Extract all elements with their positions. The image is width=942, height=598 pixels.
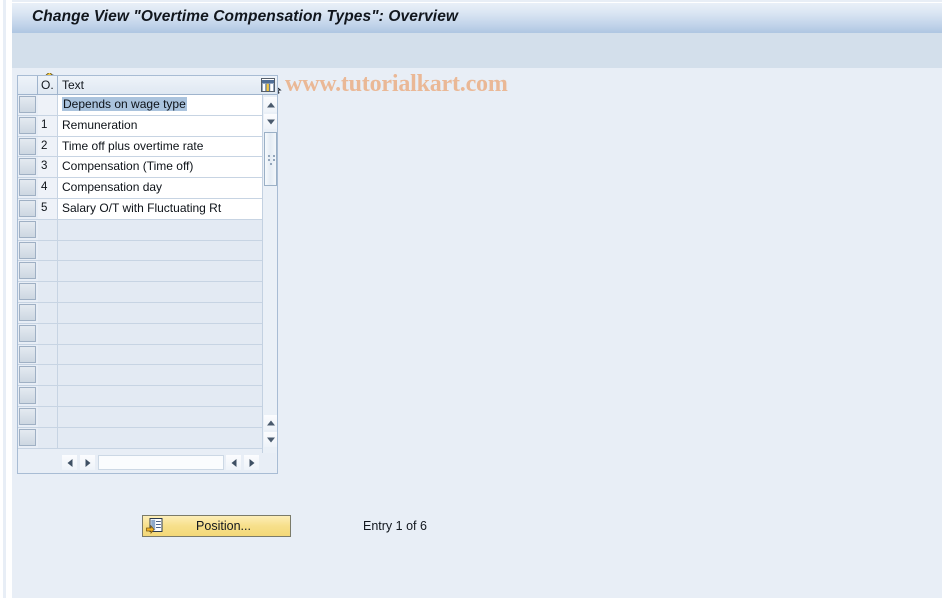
cell-text[interactable] [58, 386, 262, 406]
row-select-box[interactable] [19, 345, 36, 363]
site-watermark: www.tutorialkart.com [285, 71, 508, 97]
scroll-down-arrow-icon[interactable] [264, 114, 277, 129]
scroll-up-arrow-icon[interactable] [264, 97, 277, 112]
table-row[interactable]: 3 Compensation (Time off) [18, 157, 262, 179]
table-header-row: O. Text [18, 76, 277, 95]
cell-text[interactable] [58, 323, 262, 344]
row-select-box[interactable] [19, 303, 36, 321]
page-title: Change View "Overtime Compensation Types… [32, 8, 459, 25]
window-title-bar: Change View "Overtime Compensation Types… [12, 2, 942, 33]
table-row-empty[interactable] [18, 219, 262, 241]
cell-text[interactable]: Remuneration [58, 115, 262, 136]
cell-o[interactable] [38, 406, 58, 427]
table-row-empty[interactable] [18, 302, 262, 324]
cell-text[interactable] [58, 427, 262, 448]
scroll-left-arrow-icon-2[interactable] [226, 455, 241, 470]
cell-o[interactable] [38, 365, 58, 386]
table-row[interactable]: 5 Salary O/T with Fluctuating Rt [18, 198, 262, 220]
table-rows-container: Depends on wage type 1 Remuneration 2 Time o… [18, 95, 262, 450]
cell-text[interactable] [58, 344, 262, 365]
row-select-box[interactable] [19, 158, 36, 176]
row-select-box[interactable] [19, 407, 36, 425]
cell-o[interactable] [38, 282, 58, 302]
cell-o[interactable]: 5 [38, 198, 58, 219]
scroll-right-arrow-icon-2[interactable] [244, 455, 259, 470]
cell-o[interactable] [38, 95, 58, 115]
row-select-box[interactable] [19, 428, 36, 446]
row-select-box[interactable] [19, 241, 36, 259]
cell-o[interactable] [38, 386, 58, 406]
overview-table: O. Text Depends on wage type 1 Remuneratio… [17, 75, 278, 474]
entry-status-text: Entry 1 of 6 [363, 519, 427, 533]
table-row-empty[interactable] [18, 261, 262, 283]
horizontal-scrollbar-track[interactable] [98, 455, 224, 470]
cell-o[interactable] [38, 323, 58, 344]
position-jump-icon [146, 518, 163, 535]
cell-text[interactable]: Compensation (Time off) [58, 157, 262, 178]
row-select-box[interactable] [19, 283, 36, 301]
row-select-box[interactable] [19, 220, 36, 238]
horizontal-scrollbar[interactable] [58, 453, 276, 472]
row-select-box[interactable] [19, 96, 36, 113]
table-row-empty[interactable] [18, 386, 262, 407]
cell-o[interactable]: 1 [38, 115, 58, 136]
table-settings-icon[interactable] [261, 78, 275, 92]
cell-o[interactable] [38, 219, 58, 240]
cell-text[interactable] [58, 240, 262, 261]
sap-application-window: Change View "Overtime Compensation Types… [0, 0, 942, 598]
cell-o[interactable] [38, 344, 58, 365]
table-row[interactable]: 2 Time off plus overtime rate [18, 136, 262, 158]
application-toolbar: New Entries [12, 33, 942, 97]
cell-text[interactable]: Salary O/T with Fluctuating Rt [58, 198, 262, 219]
cell-text[interactable] [58, 365, 262, 386]
cell-text[interactable] [58, 219, 262, 240]
cell-text[interactable] [58, 406, 262, 427]
row-select-box[interactable] [19, 116, 36, 134]
table-row-empty[interactable] [18, 240, 262, 262]
cell-text[interactable] [58, 282, 262, 302]
table-row[interactable]: Depends on wage type [18, 95, 262, 116]
cell-text[interactable]: Compensation day [58, 178, 262, 198]
row-select-box[interactable] [19, 387, 36, 405]
vertical-scrollbar[interactable] [262, 95, 277, 469]
cell-o[interactable] [38, 302, 58, 323]
cell-o[interactable] [38, 261, 58, 282]
column-header-o[interactable]: O. [38, 76, 58, 94]
table-row-empty[interactable] [18, 282, 262, 303]
vertical-scrollbar-thumb[interactable] [264, 132, 277, 186]
table-row-empty[interactable] [18, 406, 262, 428]
row-select-box[interactable] [19, 179, 36, 197]
table-row-empty[interactable] [18, 427, 262, 449]
row-select-box[interactable] [19, 366, 36, 384]
cell-o[interactable] [38, 427, 58, 448]
table-row[interactable]: 1 Remuneration [18, 115, 262, 137]
row-select-box[interactable] [19, 137, 36, 155]
cell-o[interactable]: 4 [38, 178, 58, 198]
table-row[interactable]: 4 Compensation day [18, 178, 262, 199]
cell-text[interactable]: Time off plus overtime rate [58, 136, 262, 157]
cell-text[interactable] [58, 302, 262, 323]
column-header-text[interactable]: Text [58, 76, 262, 94]
position-button-label: Position... [196, 519, 251, 533]
table-row-empty[interactable] [18, 323, 262, 345]
scroll-right-arrow-icon[interactable] [80, 455, 95, 470]
cell-o[interactable] [38, 240, 58, 261]
scroll-page-down-arrow-icon[interactable] [264, 432, 277, 447]
scroll-page-up-arrow-icon[interactable] [264, 415, 277, 430]
cell-o[interactable]: 2 [38, 136, 58, 157]
row-select-box[interactable] [19, 262, 36, 280]
cell-text[interactable] [58, 261, 262, 282]
position-button[interactable]: Position... [142, 515, 291, 537]
row-select-box[interactable] [19, 324, 36, 342]
scrollbar-grip-icon [268, 155, 275, 165]
cell-text[interactable]: Depends on wage type [58, 95, 262, 115]
table-row-empty[interactable] [18, 344, 262, 366]
column-header-select[interactable] [18, 76, 38, 94]
row-select-box[interactable] [19, 199, 36, 217]
cell-text-value: Depends on wage type [62, 97, 187, 111]
table-row-empty[interactable] [18, 365, 262, 387]
scroll-left-arrow-icon[interactable] [62, 455, 77, 470]
cell-o[interactable]: 3 [38, 157, 58, 178]
